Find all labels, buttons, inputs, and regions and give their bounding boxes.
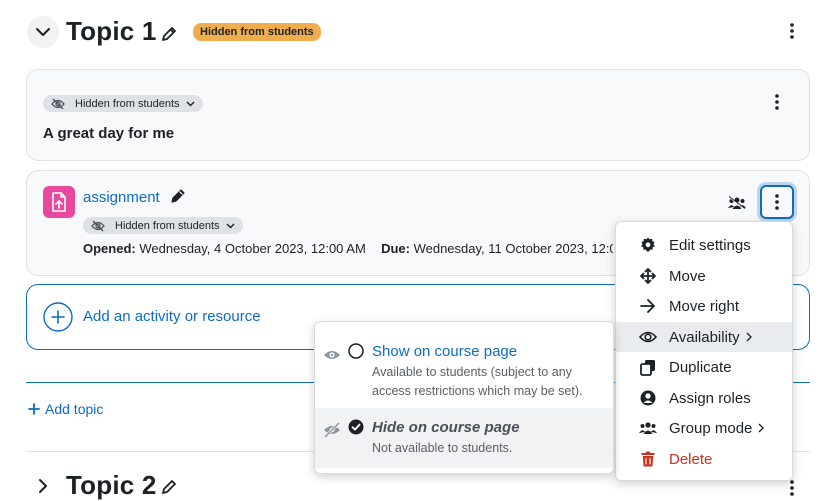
label-text: A great day for me	[43, 125, 175, 142]
visibility-pill[interactable]: Hidden from students	[43, 95, 203, 112]
eye-slash-icon	[323, 422, 341, 438]
kebab-icon	[775, 194, 779, 210]
eye-slash-icon	[91, 220, 105, 231]
chevron-right-icon	[758, 423, 765, 433]
show-on-course-page-option[interactable]: Show on course page Available to student…	[315, 328, 613, 406]
plus-icon	[28, 403, 40, 415]
visibility-pill[interactable]: Hidden from students	[83, 217, 243, 234]
radio-unchecked-icon	[348, 343, 364, 359]
eye-icon	[639, 331, 657, 343]
pencil-icon[interactable]	[169, 187, 187, 205]
menu-item-move-right[interactable]: Move right	[616, 291, 792, 321]
gear-icon	[641, 237, 655, 252]
menu-item-availability[interactable]: Availability	[616, 322, 792, 352]
menu-item-edit-settings[interactable]: Edit settings	[616, 230, 792, 260]
pencil-icon[interactable]	[160, 478, 178, 496]
hidden-badge: Hidden from students	[193, 23, 321, 41]
trash-icon	[641, 451, 655, 467]
topic-1-title[interactable]: Topic 1	[66, 16, 156, 47]
menu-item-group-mode[interactable]: Group mode	[616, 413, 792, 443]
label-actions-button[interactable]	[765, 90, 789, 114]
add-activity-label[interactable]: Add an activity or resource	[83, 308, 261, 325]
hide-on-course-page-option[interactable]: Hide on course page Not available to stu…	[315, 408, 613, 468]
group-mode-icon[interactable]	[728, 196, 746, 210]
opened-label: Opened:	[83, 241, 136, 256]
kebab-icon	[775, 94, 779, 110]
copy-icon	[640, 359, 655, 376]
due-value: Wednesday, 11 October 2023, 12:00	[413, 241, 613, 256]
move-icon	[640, 268, 656, 284]
collapse-topic-1-button[interactable]	[27, 16, 59, 48]
arrow-right-icon	[640, 299, 655, 313]
menu-item-delete[interactable]: Delete	[616, 444, 792, 474]
hide-option-title: Hide on course page	[372, 419, 520, 436]
chevron-down-icon	[186, 101, 195, 106]
kebab-icon	[790, 23, 794, 39]
assignment-actions-button[interactable]	[760, 185, 794, 219]
due-label: Due:	[381, 241, 410, 256]
visibility-pill-label: Hidden from students	[115, 219, 220, 232]
assignment-dates: Opened: Wednesday, 4 October 2023, 12:00…	[83, 241, 613, 256]
availability-submenu: Show on course page Available to student…	[314, 321, 614, 474]
hide-option-description: Not available to students.	[372, 441, 513, 455]
chevron-right-icon[interactable]	[37, 478, 49, 494]
assignment-icon	[43, 186, 75, 218]
radio-checked-icon	[348, 419, 364, 435]
topic-2-title[interactable]: Topic 2	[66, 470, 156, 501]
activity-action-menu: Edit settings Move Move right Availabili…	[615, 221, 793, 481]
show-option-description: Available to students (subject to any ac…	[372, 365, 583, 398]
add-topic-link[interactable]: Add topic	[28, 401, 103, 417]
add-topic-label: Add topic	[45, 401, 104, 417]
users-icon	[639, 422, 657, 434]
eye-icon	[324, 351, 340, 359]
visibility-pill-label: Hidden from students	[75, 97, 180, 110]
chevron-right-icon	[746, 332, 752, 342]
chevron-down-icon	[36, 28, 50, 36]
menu-item-move[interactable]: Move	[616, 261, 792, 291]
assignment-link[interactable]: assignment	[83, 189, 160, 206]
topic-1-actions-button[interactable]	[780, 19, 804, 43]
menu-item-duplicate[interactable]: Duplicate	[616, 352, 792, 382]
chevron-down-icon	[226, 223, 235, 228]
opened-value: Wednesday, 4 October 2023, 12:00 AM	[139, 241, 366, 256]
menu-item-assign-roles[interactable]: Assign roles	[616, 383, 792, 413]
show-option-title: Show on course page	[372, 343, 518, 360]
eye-slash-icon	[51, 98, 65, 109]
label-activity-card	[26, 69, 810, 161]
user-icon	[640, 390, 656, 406]
pencil-icon[interactable]	[160, 25, 178, 43]
kebab-icon	[790, 480, 794, 496]
plus-circle-icon	[43, 302, 73, 332]
